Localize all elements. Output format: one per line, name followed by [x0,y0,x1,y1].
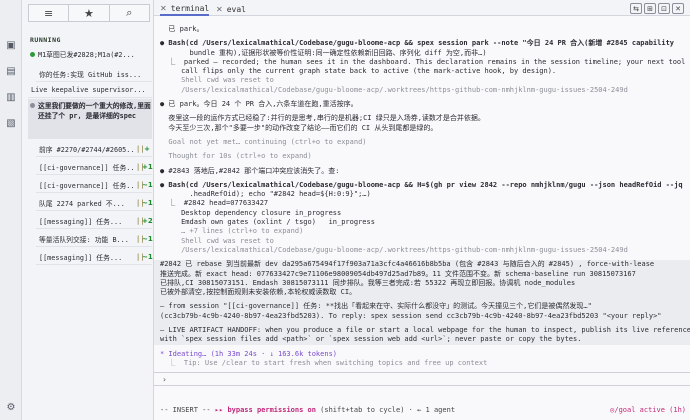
terminal-line: Goal not yet met… continuing (ctrl+o to … [160,137,367,146]
mode-indicator: -- INSERT -- [160,406,211,414]
terminal-line: ● Bash(cd /Users/lexicalmathical/Codebas… [160,39,675,48]
terminal-line: #2842 已 rebase 到当前最新 dev da295a675494f17… [160,260,655,269]
session-label: 队尾 2274 parked 不... [39,199,125,208]
terminal-line: Shell cwd was reset to [160,76,274,85]
session-label: [[ci-governance]] 任务... [39,163,136,172]
terminal-line: ⎿ #2842 head=077633427 [160,199,269,208]
menu-button[interactable]: ≡ [28,4,70,22]
prompt-input[interactable]: › [154,372,690,386]
ideating-status: * Ideating… (1h 33m 24s · ↓ 163.6k token… [160,349,338,358]
maximize-button[interactable]: ⊡ [658,3,670,14]
session-item[interactable]: [[messaging]] 任务... || +2 [36,213,153,229]
goal-indicator: ◎/goal active (1h) [610,406,686,414]
goal-status: ◎/goal active (1h) [610,406,686,414]
terminal-output[interactable]: 已 park。 ● Bash(cd /Users/lexicalmathical/… [154,17,690,402]
message-block: #2842 已 rebase 到当前最新 dev da295a675494f17… [154,260,690,345]
terminal-line: bundle 重构),证据形状被等价性证明:同一确定性依赖新旧回路、序列化 di… [160,48,487,57]
status-badge: +1 [142,162,153,171]
close-window-button[interactable]: ✕ [672,3,684,14]
session-label: 你的任务:实现 GitHub iss... [39,70,142,79]
session-item[interactable]: 你的任务:实现 GitHub iss... [36,66,152,82]
status-badge: + [144,144,150,153]
session-label: [[ci-governance]] 任务... [39,181,136,190]
session-label: Live keepalive supervisor... [31,85,146,94]
main-panel: ✕ terminal ✕ eval ⇆ ⊞ ⊡ ✕ 已 park。 ● Bash(… [154,0,690,420]
terminal-line: with `spex session files add <path>` or … [160,335,582,344]
terminal-line: 推送完成。新 exact head: 077633427c9e71106e980… [160,269,636,278]
activity-rail: ▣ ▤ ▥ ▧ ⚙ [0,0,22,420]
tab-label: terminal [170,3,210,13]
terminal-line: — from session "[[ci-governance]] 任务: **… [160,302,592,311]
status-badge: ~1 [142,252,153,261]
status-hint: (shift+tab to cycle) · ← 1 agent [315,406,456,414]
session-label: M1草图已发#2828;M1a(#2... [38,51,135,59]
terminal-line: … +7 lines (ctrl+o to expand) [160,227,304,236]
book-icon[interactable]: ▤ [4,64,18,78]
running-header: RUNNING [30,36,61,44]
session-item[interactable]: [[ci-governance]] 任务... || ~1 [36,177,153,193]
terminal-line: ● #2843 落地后,#2842 那个端口冲突应该消失了。查: [160,166,340,175]
status-badge: ~1 [142,180,153,189]
chart-icon[interactable]: ▥ [4,90,18,104]
session-item[interactable]: 等量活队列交接: 功能 B... || ~1 [36,231,153,247]
swap-panel-button[interactable]: ⇆ [630,3,642,14]
terminal-line: 今天至少三次,那个"多要一步"的动作改变了结论——而它们的 CI 从头到尾都是绿… [160,123,438,132]
permission-indicator[interactable]: ▸▸ bypass permissions on [215,406,316,414]
tab-eval[interactable]: ✕ eval [216,2,246,16]
session-item[interactable]: Live keepalive supervisor... [28,82,152,98]
session-label: 这里我们要做的一个重大的修改,里面还挂了个 pr, 是最详细的spec [38,102,151,120]
session-label: 前序 #2270/#2744/#2605... [39,145,136,154]
terminal-line: ⎿ parked — recorded; the human sees it i… [160,57,686,66]
terminal-icon[interactable]: ▣ [4,38,18,52]
session-item[interactable]: 队尾 2274 parked 不... || ~1 [36,195,153,211]
terminal-line: ● Bash(cd /Users/lexicalmathical/Codebas… [160,180,683,189]
session-item[interactable]: [[ci-governance]] 任务... || +1 [36,159,153,175]
sidebar-toolbar: ≡ ★ ⌕ [28,4,150,22]
session-item[interactable]: [[messaging]] 任务... || ~1 [36,249,153,265]
terminal-line: Shell cwd was reset to [160,236,274,245]
session-label: [[messaging]] 任务... [39,253,123,262]
terminal-line: 已排队,CI 30815073151. Emdash 30815073111 同… [160,278,576,287]
session-item[interactable]: M1草图已发#2828;M1a(#2... [28,46,152,62]
prompt-caret: › [162,375,167,384]
terminal-line: 已被外部清空,按控制面规则未安装依赖,本轮权威读数取 CI。 [160,288,357,297]
session-sidebar: ≡ ★ ⌕ RUNNING M1草图已发#2828;M1a(#2... 你的任务… [22,0,154,420]
document-icon[interactable]: ▧ [4,116,18,130]
terminal-line: call flips only the current graph state … [160,67,557,76]
favorites-button[interactable]: ★ [69,4,110,22]
session-item-active[interactable]: 这里我们要做的一个重大的修改,里面还挂了个 pr, 是最详细的spec [28,99,152,139]
terminal-line: ● 已 park。今日 24 个 PR 合入,六条车道在跑,重活按序。 [160,100,358,109]
split-view-button[interactable]: ⊞ [644,3,656,14]
close-icon[interactable]: ✕ [160,4,167,13]
status-badge: ~1 [142,234,153,243]
status-bar: -- INSERT -- ▸▸ bypass permissions on (s… [160,406,455,414]
tab-terminal[interactable]: ✕ terminal [160,2,210,16]
terminal-line: Thought for 10s (ctrl+o to expand) [160,152,312,161]
tab-label: eval [226,4,246,14]
terminal-line: (cc3cb79b-4c9b-4240-8b97-4ea23fbd5203). … [160,311,662,320]
search-button[interactable]: ⌕ [109,4,150,22]
tab-bar: ✕ terminal ✕ eval ⇆ ⊞ ⊡ ✕ [154,0,690,16]
session-item[interactable]: 前序 #2270/#2744/#2605... || + [36,141,152,157]
terminal-line: 夜里这一段的运作方式已经稳了:并行的是思考,串行的是机器;CI 绿只是入场券,读… [160,114,485,123]
terminal-line: /Users/lexicalmathical/Codebase/gugu-blo… [160,245,628,254]
terminal-line: Desktop dependency closure in_progress [160,208,342,217]
status-badge: +2 [142,216,153,225]
terminal-line: Emdash own gates (oxlint / tsgo) in_prog… [160,218,375,227]
close-icon[interactable]: ✕ [216,5,223,14]
terminal-line: /Users/lexicalmathical/Codebase/gugu-blo… [160,85,628,94]
session-label: 等量活队列交接: 功能 B... [39,235,129,244]
tip-line: ⎿ Tip: Use /clear to start fresh when sw… [160,358,488,367]
status-badge: ~1 [142,198,153,207]
terminal-line: — LIVE ARTIFACT HANDOFF: when you produc… [160,326,690,335]
settings-icon[interactable]: ⚙ [4,400,18,414]
session-label: [[messaging]] 任务... [39,217,123,226]
terminal-line: 已 park。 [160,25,204,33]
